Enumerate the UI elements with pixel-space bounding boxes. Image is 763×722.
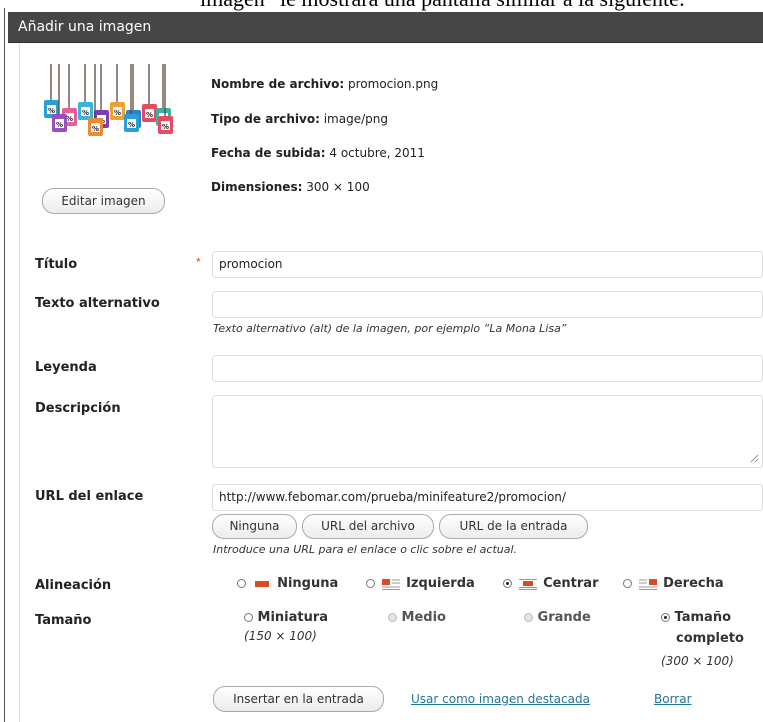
link-none-button[interactable]: Ninguna bbox=[212, 514, 297, 539]
document-text-cutoff: imagen” le mostrará una pantalla similar… bbox=[0, 0, 763, 12]
edit-image-button[interactable]: Editar imagen bbox=[42, 188, 165, 214]
align-none-icon bbox=[254, 580, 269, 587]
link-url-help: Introduce una URL para el enlace o clic … bbox=[213, 543, 518, 556]
size-full-label-line2: completo bbox=[676, 631, 744, 646]
size-thumbnail-option[interactable]: Miniatura bbox=[244, 610, 328, 625]
link-url-input[interactable]: http://www.febomar.com/prueba/minifeatur… bbox=[212, 484, 763, 511]
align-left-radio[interactable] bbox=[366, 579, 375, 588]
resize-grip-icon[interactable] bbox=[749, 453, 759, 463]
align-right-option[interactable]: Derecha bbox=[623, 576, 724, 591]
alignment-label: Alineación bbox=[35, 578, 112, 593]
size-medium-radio bbox=[388, 613, 397, 622]
alt-text-help: Texto alternativo (alt) de la imagen, po… bbox=[213, 322, 567, 335]
alt-text-label: Texto alternativo bbox=[35, 296, 160, 311]
align-center-radio[interactable] bbox=[503, 579, 512, 588]
align-center-option[interactable]: Centrar bbox=[503, 576, 598, 591]
svg-text:%: % bbox=[56, 121, 63, 129]
size-medium-option: Medio bbox=[388, 610, 446, 625]
title-label: Título bbox=[35, 257, 78, 272]
size-thumbnail-dims: (150 × 100) bbox=[244, 629, 317, 643]
svg-text:%: % bbox=[92, 125, 99, 133]
align-left-option[interactable]: Izquierda bbox=[366, 576, 475, 591]
size-large-radio bbox=[524, 613, 533, 622]
align-right-icon bbox=[638, 578, 657, 590]
set-featured-image-link[interactable]: Usar como imagen destacada bbox=[411, 692, 590, 706]
size-thumbnail-radio[interactable] bbox=[244, 613, 253, 622]
file-type-row: Tipo de archivo: image/png bbox=[211, 112, 388, 126]
align-center-icon bbox=[518, 578, 537, 590]
svg-text:%: % bbox=[114, 109, 121, 117]
caption-label: Leyenda bbox=[35, 360, 97, 375]
svg-text:%: % bbox=[162, 123, 169, 131]
dialog-title-bar: Añadir una imagen bbox=[8, 12, 763, 43]
link-post-url-button[interactable]: URL de la entrada bbox=[439, 514, 588, 539]
required-marker: * bbox=[196, 255, 201, 269]
svg-text:%: % bbox=[146, 111, 153, 119]
size-full-dims: (300 × 100) bbox=[661, 654, 734, 668]
dimensions-row: Dimensiones: 300 × 100 bbox=[211, 180, 370, 194]
svg-text:%: % bbox=[128, 121, 135, 129]
delete-link[interactable]: Borrar bbox=[654, 692, 692, 706]
link-file-url-button[interactable]: URL del archivo bbox=[302, 514, 434, 539]
align-none-radio[interactable] bbox=[237, 579, 246, 588]
dialog-title: Añadir una imagen bbox=[18, 19, 152, 35]
insert-into-post-button[interactable]: Insertar en la entrada bbox=[213, 686, 384, 712]
document-text: imagen” le mostrará una pantalla similar… bbox=[200, 0, 685, 12]
size-label: Tamaño bbox=[35, 613, 92, 628]
align-left-icon bbox=[381, 578, 400, 590]
caption-input[interactable] bbox=[212, 355, 763, 382]
size-full-option[interactable]: Tamaño bbox=[661, 610, 731, 625]
document-border bbox=[4, 8, 5, 722]
alt-text-input[interactable] bbox=[212, 291, 763, 318]
align-none-option[interactable]: Ninguna bbox=[237, 576, 338, 591]
description-label: Descripción bbox=[35, 401, 121, 416]
svg-text:%: % bbox=[48, 107, 55, 115]
align-right-radio[interactable] bbox=[623, 579, 632, 588]
size-large-option: Grande bbox=[524, 610, 591, 625]
link-url-label: URL del enlace bbox=[35, 489, 144, 504]
size-full-radio[interactable] bbox=[661, 613, 670, 622]
upload-date-row: Fecha de subida: 4 octubre, 2011 bbox=[211, 146, 425, 160]
svg-text:%: % bbox=[82, 109, 89, 117]
title-input[interactable]: promocion bbox=[212, 251, 763, 278]
image-thumbnail: %%%%%%%%%%%% bbox=[44, 64, 173, 136]
file-name-row: Nombre de archivo: promocion.png bbox=[211, 77, 439, 91]
svg-text:%: % bbox=[66, 115, 73, 123]
description-textarea[interactable] bbox=[212, 395, 763, 468]
